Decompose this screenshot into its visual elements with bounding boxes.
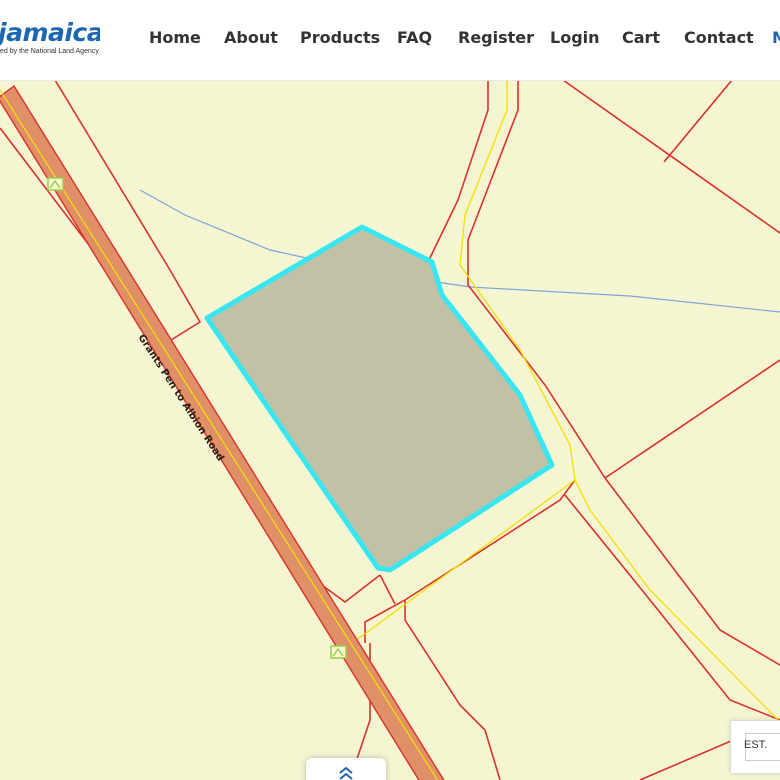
estimate-label: EST.	[744, 739, 768, 751]
nav-contact[interactable]: Contact	[684, 28, 754, 47]
main-nav: Home About Products FAQ Register Login C…	[0, 0, 780, 80]
nav-about[interactable]: About	[224, 28, 278, 47]
parcel-map[interactable]: Grants Pen to Albion Road	[0, 80, 780, 780]
nav-more[interactable]: M	[772, 28, 780, 47]
site-header: jamaica ed by the National Land Agency H…	[0, 0, 780, 80]
double-chevron-up-icon	[339, 766, 353, 780]
nav-login[interactable]: Login	[550, 28, 600, 47]
nav-cart[interactable]: Cart	[622, 28, 660, 47]
nav-products[interactable]: Products	[300, 28, 380, 47]
map-marker-icon[interactable]	[330, 645, 347, 659]
nav-register[interactable]: Register	[458, 28, 534, 47]
nav-faq[interactable]: FAQ	[397, 28, 432, 47]
estimate-panel: EST.	[730, 720, 780, 774]
scroll-to-top-button[interactable]	[306, 758, 386, 780]
map-marker-icon[interactable]	[47, 177, 64, 191]
nav-home[interactable]: Home	[149, 28, 201, 47]
